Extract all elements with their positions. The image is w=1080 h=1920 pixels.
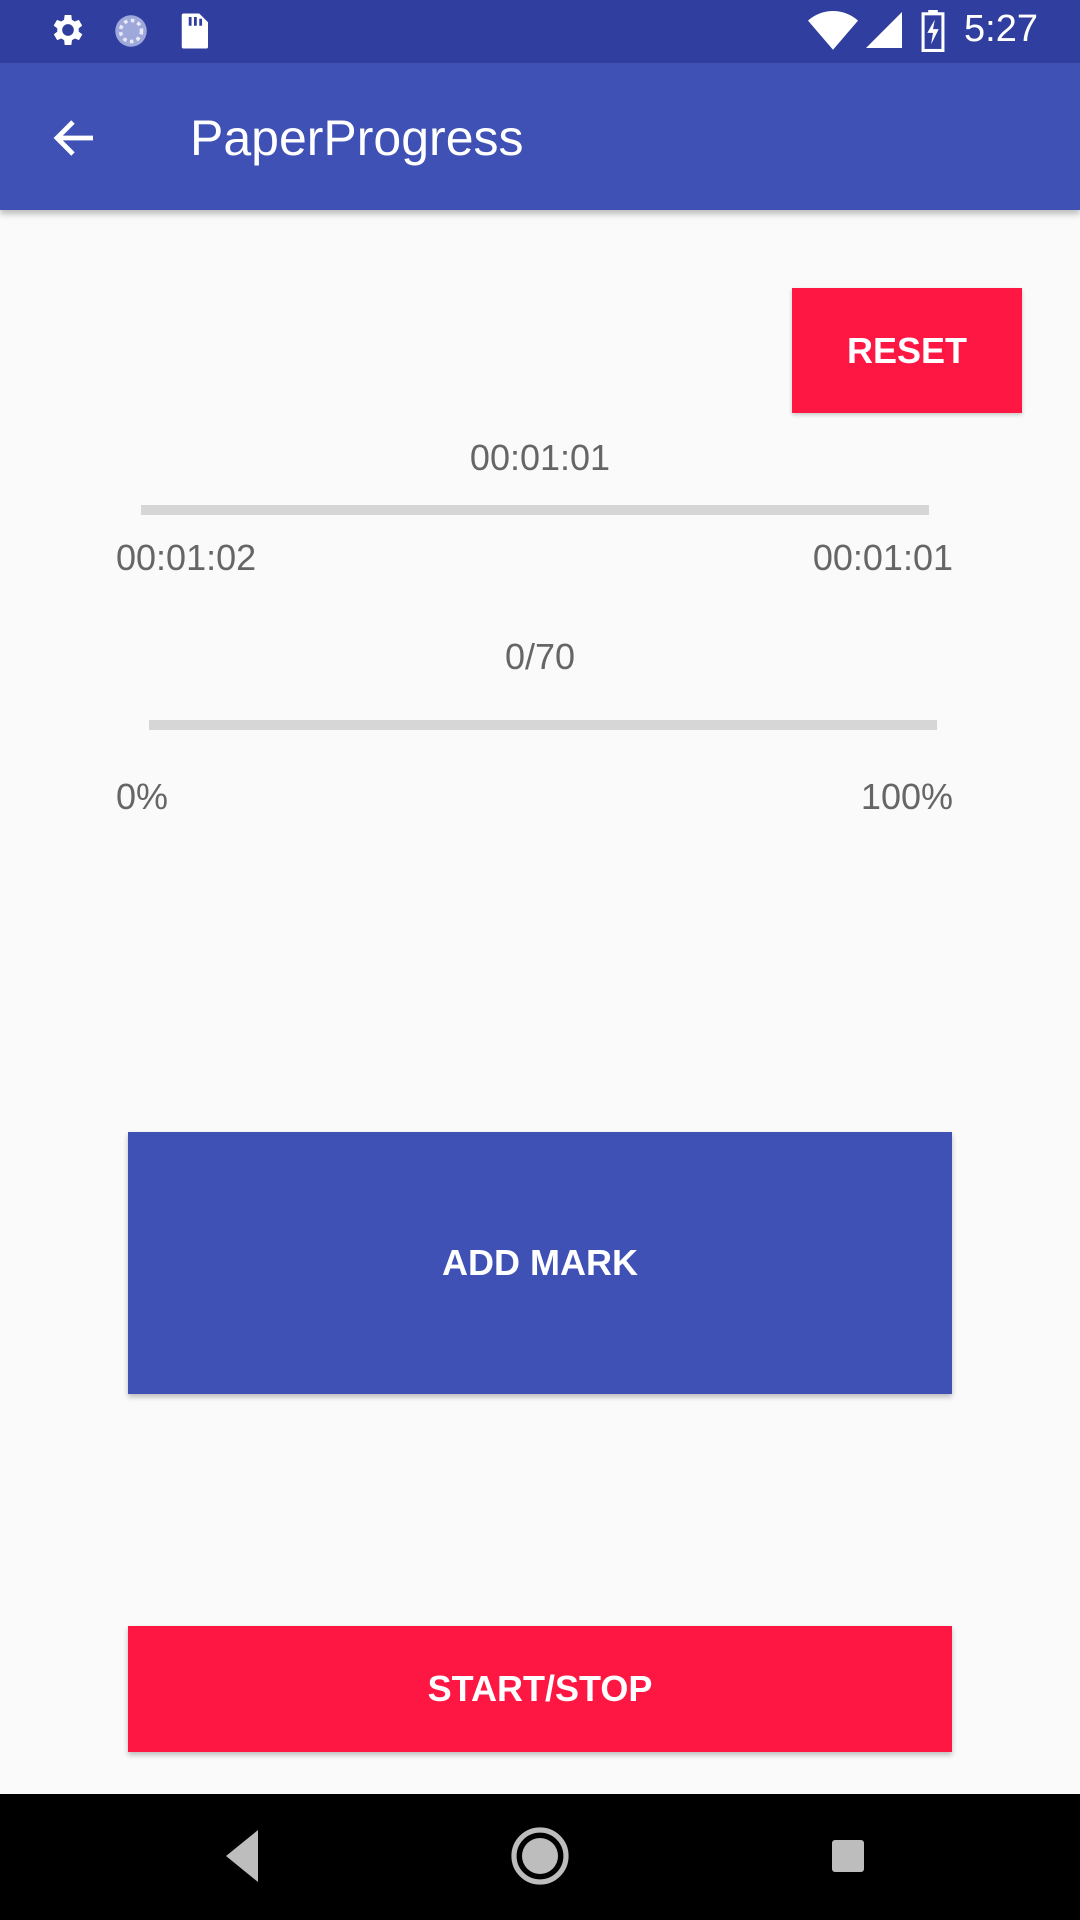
settings-icon	[53, 15, 83, 45]
sd-card-icon	[181, 13, 208, 49]
sync-icon	[115, 15, 147, 47]
back-button[interactable]	[40, 103, 110, 173]
wifi-icon	[808, 11, 858, 50]
navigation-bar	[0, 1794, 1080, 1920]
app-bar: PaperProgress	[0, 63, 1080, 210]
marks-start-label: 0%	[116, 776, 169, 817]
back-triangle-icon[interactable]	[222, 1826, 262, 1886]
home-circle-icon[interactable]	[510, 1826, 570, 1886]
reset-button[interactable]: RESET	[792, 288, 1022, 413]
timer-end-label: 00:01:01	[812, 537, 953, 578]
status-bar: 5:27	[0, 0, 1080, 63]
add-mark-button[interactable]: ADD MARK	[128, 1132, 952, 1394]
signal-icon	[866, 12, 902, 48]
timer-start-label: 00:01:02	[116, 537, 257, 578]
timer-progress-bar	[141, 505, 929, 515]
marks-progress-bar	[149, 720, 937, 730]
arrow-back-icon	[53, 120, 93, 156]
status-time: 5:27	[964, 8, 1038, 50]
timer-current-label: 00:01:01	[469, 437, 611, 478]
battery-charging-icon	[921, 10, 945, 52]
marks-count-label: 0/70	[504, 636, 576, 677]
marks-end-label: 100%	[860, 776, 953, 817]
page-title: PaperProgress	[190, 110, 524, 166]
start-stop-button[interactable]: START/STOP	[128, 1626, 952, 1752]
recents-square-icon[interactable]	[818, 1826, 878, 1886]
